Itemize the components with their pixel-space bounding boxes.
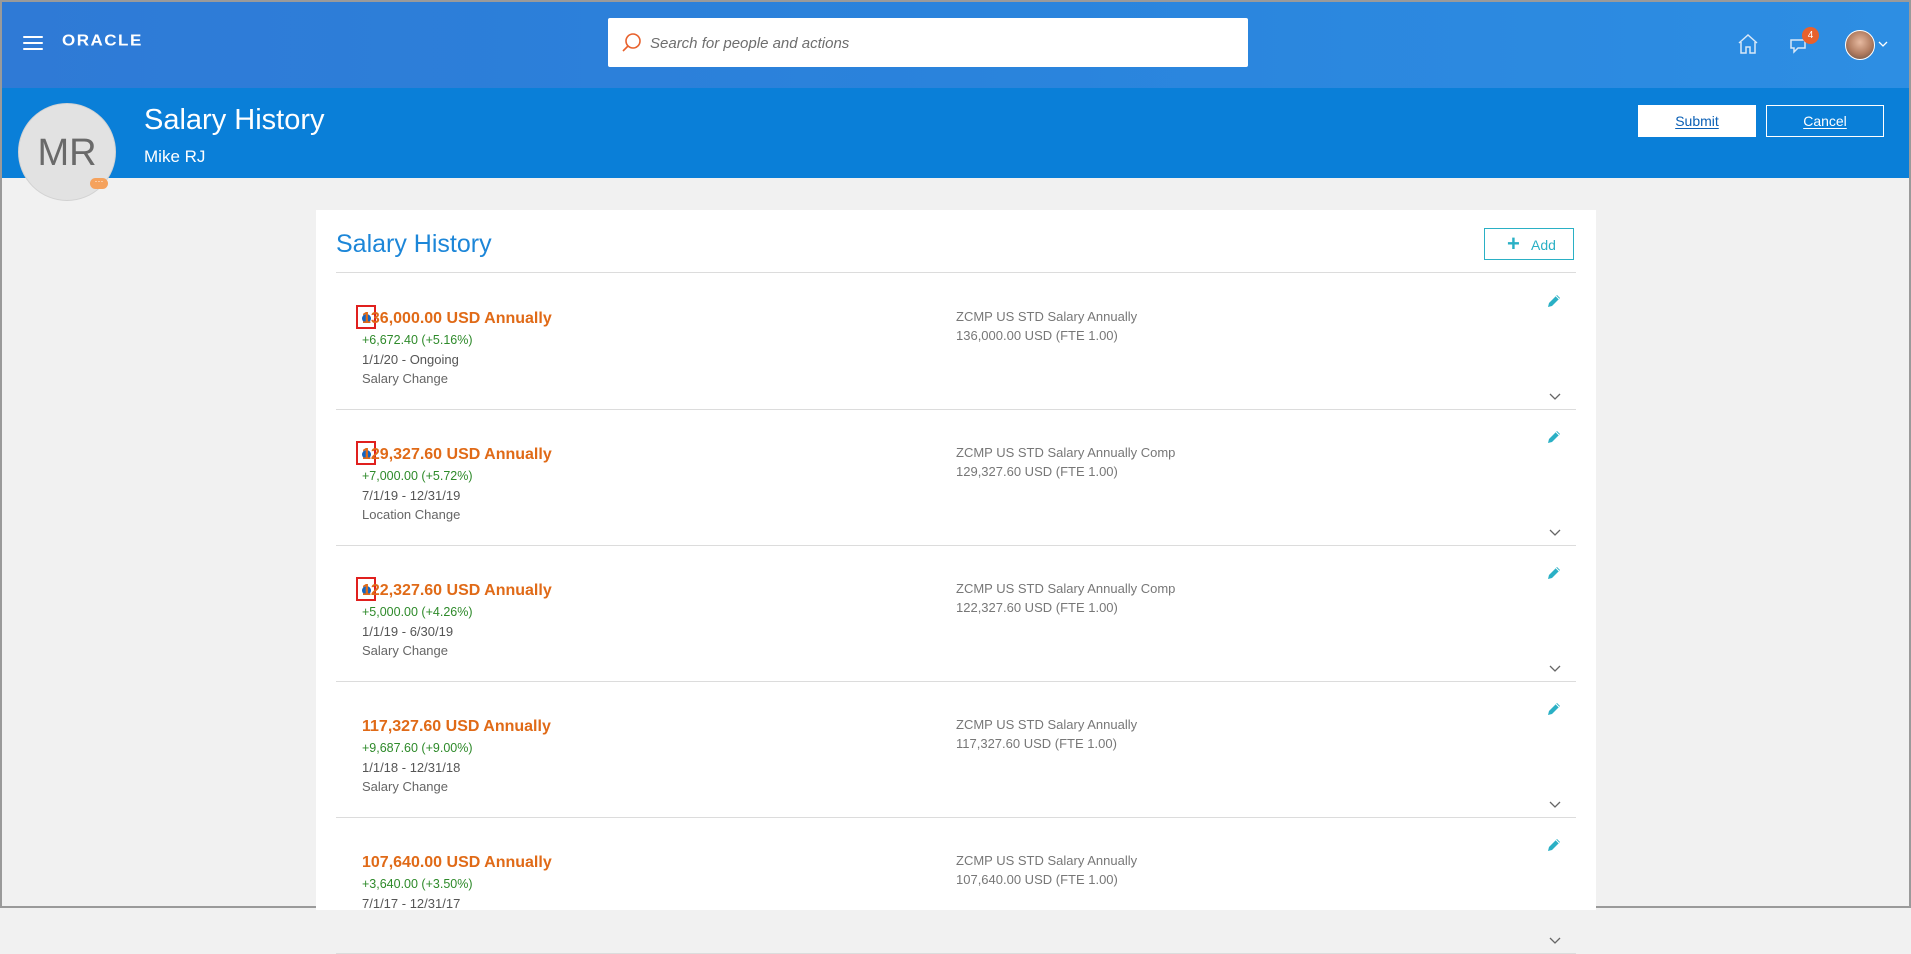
- salary-history-card: Salary History + Add 136,000.00 USD Annu…: [316, 210, 1596, 954]
- salary-plan-name: ZCMP US STD Salary Annually: [956, 309, 1138, 324]
- salary-amount: 107,640.00 USD Annually: [362, 854, 552, 871]
- hamburger-menu-icon[interactable]: [23, 36, 43, 50]
- chevron-down-icon[interactable]: [1878, 40, 1888, 48]
- salary-amount: 136,000.00 USD Annually: [362, 310, 552, 327]
- salary-change: +6,672.40 (+5.16%): [362, 333, 473, 347]
- salary-period: 1/1/18 - 12/31/18: [362, 760, 461, 775]
- notification-count-badge: 4: [1802, 27, 1819, 44]
- salary-plan-amount: 117,327.60 USD (FTE 1.00): [956, 736, 1117, 751]
- page-title: Salary History: [144, 104, 325, 136]
- card-title: Salary History: [336, 230, 492, 258]
- salary-plan-amount: 136,000.00 USD (FTE 1.00): [956, 328, 1118, 343]
- salary-change: +7,000.00 (+5.72%): [362, 469, 473, 483]
- expand-chevron-icon[interactable]: [1548, 391, 1562, 401]
- salary-change: +9,687.60 (+9.00%): [362, 741, 473, 755]
- salary-period: 7/1/17 - 12/31/17: [362, 896, 461, 911]
- edit-pencil-icon[interactable]: [1546, 837, 1562, 853]
- salary-history-row[interactable]: 122,327.60 USD Annually +5,000.00 (+4.26%…: [336, 545, 1576, 682]
- search-input[interactable]: [648, 18, 1242, 69]
- salary-change: +5,000.00 (+4.26%): [362, 605, 473, 619]
- salary-period: 7/1/19 - 12/31/19: [362, 488, 461, 503]
- home-icon[interactable]: [1736, 32, 1760, 56]
- salary-history-row[interactable]: 107,640.00 USD Annually +3,640.00 (+3.50%…: [336, 817, 1576, 954]
- salary-plan-name: ZCMP US STD Salary Annually Comp: [956, 445, 1176, 460]
- salary-plan-name: ZCMP US STD Salary Annually: [956, 717, 1138, 732]
- edit-pencil-icon[interactable]: [1546, 429, 1562, 445]
- salary-plan-name: ZCMP US STD Salary Annually: [956, 853, 1138, 868]
- salary-history-row[interactable]: 129,327.60 USD Annually +7,000.00 (+5.72%…: [336, 409, 1576, 546]
- expand-chevron-icon[interactable]: [1548, 935, 1562, 945]
- add-button-label: Add: [1531, 237, 1556, 253]
- salary-period: 1/1/19 - 6/30/19: [362, 624, 454, 639]
- salary-plan-amount: 129,327.60 USD (FTE 1.00): [956, 464, 1118, 479]
- expand-chevron-icon[interactable]: [1548, 799, 1562, 809]
- salary-plan-amount: 122,327.60 USD (FTE 1.00): [956, 600, 1118, 615]
- add-button[interactable]: + Add: [1484, 228, 1574, 260]
- top-bar: ORACLE 4: [2, 2, 1909, 88]
- salary-reason: Location Change: [362, 507, 461, 522]
- salary-history-row[interactable]: 117,327.60 USD Annually +9,687.60 (+9.00%…: [336, 681, 1576, 818]
- submit-button[interactable]: Submit: [1638, 105, 1756, 137]
- person-name: Mike RJ: [144, 147, 206, 166]
- expand-chevron-icon[interactable]: [1548, 527, 1562, 537]
- salary-amount: 122,327.60 USD Annually: [362, 582, 552, 599]
- cancel-button[interactable]: Cancel: [1766, 105, 1884, 137]
- salary-amount: 117,327.60 USD Annually: [362, 718, 551, 735]
- search-icon: [622, 33, 641, 52]
- plus-icon: +: [1507, 231, 1520, 256]
- salary-amount: 129,327.60 USD Annually: [362, 446, 552, 463]
- oracle-logo[interactable]: ORACLE: [62, 32, 143, 50]
- expand-chevron-icon[interactable]: [1548, 663, 1562, 673]
- salary-plan-name: ZCMP US STD Salary Annually Comp: [956, 581, 1176, 596]
- salary-period: 1/1/20 - Ongoing: [362, 352, 459, 367]
- user-avatar[interactable]: [1845, 30, 1875, 60]
- edit-pencil-icon[interactable]: [1546, 293, 1562, 309]
- salary-reason: Salary Change: [362, 643, 448, 658]
- salary-reason: Salary Change: [362, 779, 448, 794]
- edit-pencil-icon[interactable]: [1546, 701, 1562, 717]
- salary-change: +3,640.00 (+3.50%): [362, 877, 473, 891]
- salary-history-row[interactable]: 136,000.00 USD Annually +6,672.40 (+5.16%…: [336, 273, 1576, 410]
- salary-plan-amount: 107,640.00 USD (FTE 1.00): [956, 872, 1118, 887]
- search-box[interactable]: [608, 18, 1248, 69]
- profile-more-badge[interactable]: ···: [90, 177, 108, 189]
- salary-reason: Salary Change: [362, 371, 448, 386]
- edit-pencil-icon[interactable]: [1546, 565, 1562, 581]
